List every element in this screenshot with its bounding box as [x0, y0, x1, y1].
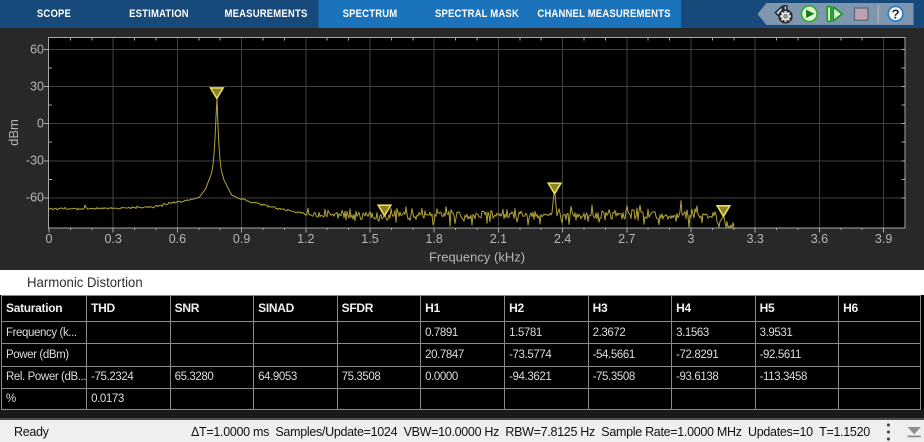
svg-text:3: 3: [688, 232, 695, 246]
svg-text:2.4: 2.4: [554, 232, 571, 246]
svg-text:0.3: 0.3: [105, 232, 122, 246]
svg-text:2.7: 2.7: [618, 232, 635, 246]
svg-text:-60: -60: [26, 191, 44, 205]
svg-text:60: 60: [30, 42, 44, 56]
svg-text:3.9: 3.9: [875, 232, 892, 246]
svg-text:30: 30: [30, 79, 44, 93]
svg-text:Frequency (kHz): Frequency (kHz): [429, 250, 525, 265]
svg-text:0.6: 0.6: [169, 232, 186, 246]
svg-text:-30: -30: [26, 154, 44, 168]
svg-text:3.3: 3.3: [747, 232, 764, 246]
svg-text:0.9: 0.9: [233, 232, 250, 246]
svg-text:2.1: 2.1: [490, 232, 507, 246]
svg-text:1.5: 1.5: [361, 232, 378, 246]
svg-text:0: 0: [46, 232, 53, 246]
svg-text:3.6: 3.6: [811, 232, 828, 246]
svg-text:dBm: dBm: [6, 119, 21, 146]
svg-text:1.2: 1.2: [297, 232, 314, 246]
svg-text:0: 0: [37, 117, 44, 131]
svg-text:1.8: 1.8: [426, 232, 443, 246]
svg-text:?: ?: [892, 6, 900, 21]
